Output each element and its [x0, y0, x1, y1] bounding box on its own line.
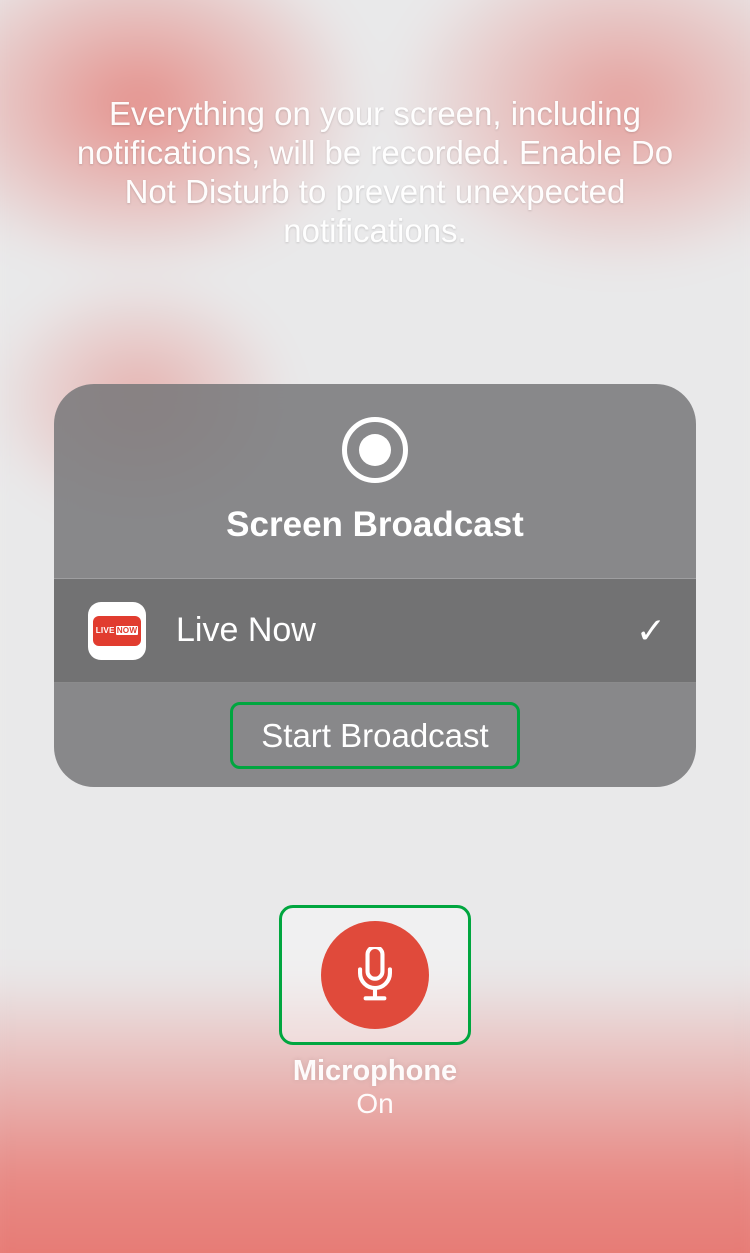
- broadcast-panel: Screen Broadcast LIVENOW Live Now ✓ Star…: [54, 384, 696, 787]
- broadcast-app-row[interactable]: LIVENOW Live Now ✓: [54, 579, 696, 683]
- app-icon-text-live: LIVE: [96, 626, 115, 635]
- record-icon: [342, 417, 408, 483]
- app-name-label: Live Now: [176, 611, 606, 650]
- panel-title: Screen Broadcast: [226, 505, 524, 545]
- microphone-icon: [352, 947, 398, 1003]
- start-broadcast-button[interactable]: Start Broadcast: [230, 702, 519, 769]
- microphone-label: Microphone: [293, 1055, 457, 1088]
- broadcast-overlay: Everything on your screen, including not…: [0, 0, 750, 1253]
- app-icon-text-now: NOW: [116, 626, 139, 635]
- record-icon-dot: [359, 434, 391, 466]
- microphone-toggle-button[interactable]: [279, 905, 471, 1045]
- microphone-control: Microphone On: [279, 905, 471, 1120]
- panel-header: Screen Broadcast: [54, 384, 696, 579]
- microphone-icon-circle: [321, 921, 429, 1029]
- checkmark-icon: ✓: [636, 610, 666, 652]
- app-icon-live-now: LIVENOW: [88, 602, 146, 660]
- microphone-status: On: [356, 1088, 393, 1120]
- recording-warning-text: Everything on your screen, including not…: [55, 95, 695, 251]
- panel-footer: Start Broadcast: [54, 683, 696, 787]
